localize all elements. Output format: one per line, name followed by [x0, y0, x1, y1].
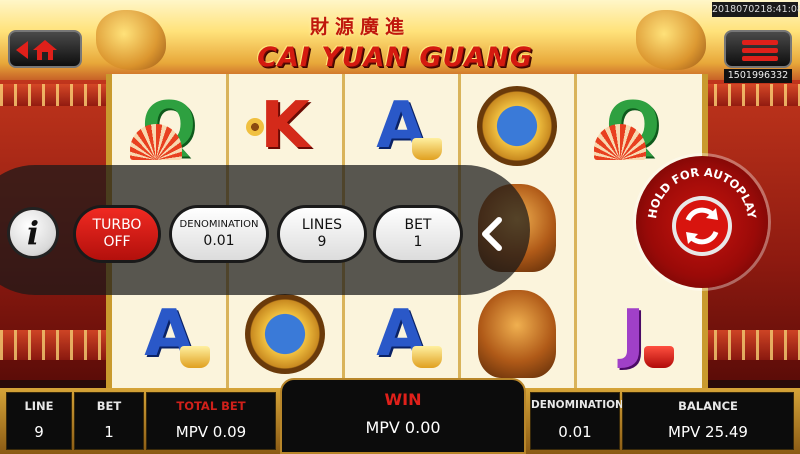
menu-button[interactable] [724, 30, 792, 68]
game-screen: 財源廣進 CAI YUAN GUANG JIN Q A K A [0, 0, 800, 454]
home-button[interactable] [8, 30, 82, 68]
bet-label: BET [404, 217, 432, 233]
bet-display: BET 1 [74, 392, 144, 450]
collapse-panel-button[interactable] [470, 212, 514, 256]
win-value: MPV 0.00 [365, 418, 441, 437]
home-icon [33, 40, 57, 60]
total-bet-display: TOTAL BET MPV 0.09 [146, 392, 276, 450]
lines-button[interactable]: LINES 9 [280, 208, 364, 260]
datetime-display: 2018070218:41:08 [712, 2, 800, 17]
balance-label: BALANCE [678, 399, 738, 413]
symbol-koi-fish [466, 78, 568, 174]
denomination-footer-label: DENOMINATION [531, 399, 624, 411]
denomination-value: 0.01 [203, 233, 235, 249]
total-bet-label: TOTAL BET [176, 399, 246, 413]
info-icon[interactable]: i [10, 210, 56, 256]
balance-value: MPV 25.49 [668, 423, 748, 441]
autoplay-button[interactable]: HOLD FOR AUTOPLAY [636, 156, 768, 288]
symbol-koi-fish [234, 286, 336, 382]
phoenix-icon [478, 290, 556, 378]
autoplay-graphic: HOLD FOR AUTOPLAY [645, 165, 759, 256]
menu-icon [742, 40, 778, 45]
lines-value: 9 [317, 234, 327, 250]
symbol-a: A [350, 78, 452, 174]
line-display: LINE 9 [6, 392, 72, 450]
symbol-k: K [234, 78, 336, 174]
denomination-button[interactable]: DENOMINATION 0.01 [172, 208, 266, 260]
gold-ingot-icon [180, 346, 210, 368]
koi-fish-icon [245, 294, 325, 374]
denomination-display: DENOMINATION 0.01 [530, 392, 624, 450]
red-envelope-icon [644, 346, 674, 368]
bet-footer-value: 1 [104, 423, 114, 441]
gold-ingot-icon [412, 346, 442, 368]
bet-footer-label: BET [96, 399, 122, 413]
turbo-toggle-button[interactable]: TURBO OFF [76, 208, 158, 260]
symbol-q: Q [118, 78, 220, 174]
turbo-label: TURBO [92, 217, 142, 233]
denomination-label: DENOMINATION [179, 219, 259, 230]
symbol-a: A [118, 286, 220, 382]
logo-chinese-text: 財源廣進 [310, 16, 411, 38]
koi-fish-icon [477, 86, 557, 166]
bet-button[interactable]: BET 1 [376, 208, 460, 260]
denomination-footer-value: 0.01 [558, 423, 592, 441]
line-value: 9 [34, 423, 44, 441]
session-id: 1501996332 [724, 69, 792, 83]
symbol-phoenix [466, 286, 568, 382]
win-display[interactable]: WIN MPV 0.00 [280, 378, 526, 454]
symbol-a: A [350, 286, 452, 382]
balance-display: BALANCE MPV 25.49 [622, 392, 794, 450]
turbo-state: OFF [103, 234, 131, 250]
total-bet-value: MPV 0.09 [175, 423, 247, 441]
chevron-left-icon [482, 217, 502, 251]
symbol-j: J [582, 286, 684, 382]
lines-label: LINES [301, 217, 343, 233]
gold-ingot-icon [412, 138, 442, 160]
line-label: LINE [24, 399, 54, 413]
coin-icon [246, 118, 264, 136]
back-arrow-icon [16, 41, 28, 59]
bet-value: 1 [413, 234, 423, 250]
win-label: WIN [384, 390, 422, 409]
